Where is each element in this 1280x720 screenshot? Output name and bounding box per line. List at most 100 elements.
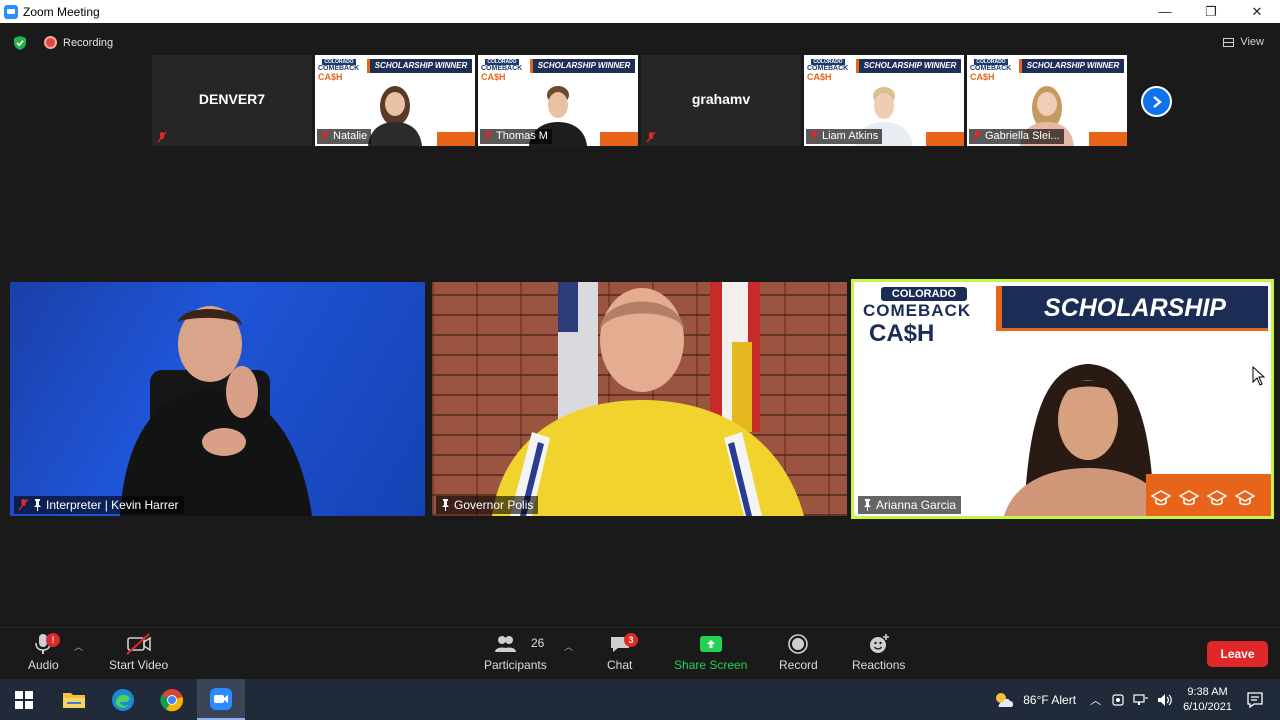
taskbar-zoom[interactable] bbox=[197, 679, 245, 720]
participant-name-tag: Natalie bbox=[317, 129, 372, 144]
scholarship-banner: SCHOLARSHIP WINNER bbox=[856, 59, 961, 73]
chrome-browser-icon bbox=[160, 688, 184, 711]
participant-name-tag: Thomas M bbox=[480, 129, 552, 144]
participants-count: 26 bbox=[531, 636, 545, 650]
orange-stripe bbox=[1089, 132, 1127, 146]
system-tray: 86°F Alert ︿ 9:38 AM 6/10/2021 bbox=[993, 679, 1280, 720]
mic-muted-icon bbox=[646, 131, 656, 143]
meet-now-icon[interactable] bbox=[1111, 693, 1125, 707]
leave-button[interactable]: Leave bbox=[1207, 641, 1268, 667]
meeting-toolbar: Audio ! ︿ Start Video Participants 26 ︿ … bbox=[0, 627, 1280, 679]
chevron-right-icon bbox=[1152, 95, 1162, 108]
taskbar-edge[interactable] bbox=[99, 679, 147, 720]
pin-icon bbox=[864, 499, 871, 511]
participant-name: DENVER7 bbox=[198, 91, 266, 107]
taskbar-chrome[interactable] bbox=[148, 679, 196, 720]
system-clock[interactable]: 9:38 AM 6/10/2021 bbox=[1183, 685, 1232, 715]
folder-icon bbox=[63, 692, 85, 708]
mic-muted-icon bbox=[320, 131, 330, 142]
view-button[interactable]: View bbox=[1223, 36, 1264, 48]
start-video-button[interactable]: Start Video bbox=[109, 632, 168, 672]
strip-thumbnail-thomas[interactable]: COLORADO COMEBACK CA$H SCHOLARSHIP WINNER … bbox=[478, 55, 638, 146]
audio-button[interactable]: Audio ! bbox=[28, 632, 60, 672]
video-tile-governor-polis[interactable]: Governor Polis bbox=[432, 282, 847, 516]
clock-time: 9:38 AM bbox=[1187, 685, 1228, 698]
edge-browser-icon bbox=[112, 688, 134, 711]
share-screen-label: Share Screen bbox=[674, 658, 748, 672]
comeback-cash-logo: COLORADO COMEBACK CA$H bbox=[481, 59, 523, 82]
scholarship-banner: SCHOLARSHIP WINNER bbox=[367, 59, 472, 73]
next-page-button[interactable] bbox=[1141, 86, 1172, 117]
share-screen-icon bbox=[699, 636, 722, 652]
graduation-cap-icon bbox=[1151, 490, 1171, 506]
comeback-cash-logo: COLORADO COMEBACK CA$H bbox=[318, 59, 360, 82]
strip-thumbnail-grahamv[interactable]: grahamv bbox=[641, 55, 801, 146]
weather-text[interactable]: 86°F Alert bbox=[1023, 693, 1076, 707]
mic-muted-icon bbox=[972, 131, 982, 142]
video-off-icon bbox=[125, 633, 151, 655]
taskbar-file-explorer[interactable] bbox=[50, 679, 98, 720]
audio-alert-badge: ! bbox=[46, 633, 60, 647]
chevron-up-icon[interactable]: ︿ bbox=[1090, 692, 1101, 708]
recording-label: Recording bbox=[63, 36, 114, 49]
mic-muted-icon bbox=[483, 131, 493, 142]
graduation-cap-icon bbox=[1207, 490, 1227, 506]
participant-name-tag: Arianna Garcia bbox=[858, 496, 962, 514]
shield-icon[interactable] bbox=[13, 36, 27, 50]
participants-options-caret[interactable]: ︿ bbox=[564, 640, 573, 653]
pin-icon bbox=[34, 499, 41, 511]
graduation-cap-icon bbox=[1179, 490, 1199, 506]
orange-stripe bbox=[600, 132, 638, 146]
mic-muted-icon bbox=[18, 499, 29, 511]
view-grid-icon bbox=[1223, 37, 1235, 47]
graduation-cap-icon bbox=[1235, 490, 1255, 506]
zoom-app-icon bbox=[210, 687, 232, 710]
participant-video bbox=[120, 306, 312, 516]
scholarship-banner: SCHOLARSHIP WINNER bbox=[1019, 59, 1124, 73]
record-icon bbox=[788, 634, 809, 654]
participant-name-tag: Interpreter | Kevin Harrer bbox=[14, 496, 184, 514]
record-dot-icon bbox=[44, 36, 57, 49]
share-screen-button[interactable]: Share Screen bbox=[674, 632, 747, 672]
minimize-button[interactable]: — bbox=[1142, 0, 1188, 23]
clock-date: 6/10/2021 bbox=[1183, 700, 1232, 713]
strip-thumbnail-liam[interactable]: COLORADO COMEBACK CA$H SCHOLARSHIP WINNER … bbox=[804, 55, 964, 146]
orange-stripe bbox=[926, 132, 964, 146]
mic-muted-icon bbox=[809, 131, 819, 142]
close-button[interactable]: ✕ bbox=[1234, 0, 1280, 23]
mouse-cursor-icon bbox=[1252, 366, 1266, 386]
strip-thumbnail-denver7[interactable]: DENVER7 bbox=[152, 55, 312, 146]
participant-name-tag: Governor Polis bbox=[436, 496, 539, 514]
strip-thumbnail-gabriella[interactable]: COLORADO COMEBACK CA$H SCHOLARSHIP WINNER … bbox=[967, 55, 1127, 146]
strip-thumbnail-natalie[interactable]: COLORADO COMEBACK CA$H SCHOLARSHIP WINNER … bbox=[315, 55, 475, 146]
participants-label: Participants bbox=[484, 658, 547, 672]
participant-name-tag: Liam Atkins bbox=[806, 129, 883, 144]
comeback-cash-logo: COLORADO COMEBACK CA$H bbox=[807, 59, 849, 82]
window-title: Zoom Meeting bbox=[23, 4, 100, 19]
record-label: Record bbox=[779, 658, 818, 672]
start-button[interactable] bbox=[0, 679, 48, 720]
smiley-icon bbox=[869, 634, 889, 653]
chat-label: Chat bbox=[607, 658, 633, 672]
weather-partly-sunny-icon bbox=[996, 692, 1014, 707]
audio-options-caret[interactable]: ︿ bbox=[74, 640, 83, 653]
chat-button[interactable]: Chat 3 bbox=[607, 632, 638, 672]
chat-unread-badge: 3 bbox=[624, 633, 638, 647]
audio-label: Audio bbox=[28, 658, 59, 672]
notification-center-icon[interactable] bbox=[1246, 691, 1264, 709]
volume-icon[interactable] bbox=[1157, 693, 1173, 707]
video-tile-arianna-garcia[interactable]: COLORADO COMEBACK CA$H SCHOLARSHIP WINNE… bbox=[851, 279, 1274, 519]
start-video-label: Start Video bbox=[109, 658, 169, 672]
network-icon[interactable] bbox=[1133, 693, 1149, 707]
zoom-app-icon bbox=[4, 4, 18, 19]
restore-button[interactable]: ❐ bbox=[1188, 0, 1234, 23]
windows-logo-icon bbox=[15, 690, 33, 709]
record-button[interactable]: Record bbox=[779, 632, 818, 672]
participant-name-tag: Gabriella Slei... bbox=[969, 129, 1064, 144]
view-label: View bbox=[1240, 36, 1264, 48]
window-title-bar: Zoom Meeting — ❐ ✕ bbox=[0, 0, 1280, 23]
pin-icon bbox=[442, 499, 449, 511]
recording-indicator[interactable]: Recording bbox=[44, 36, 113, 49]
video-tile-interpreter[interactable]: Interpreter | Kevin Harrer bbox=[10, 282, 425, 516]
reactions-button[interactable]: Reactions bbox=[852, 632, 905, 672]
